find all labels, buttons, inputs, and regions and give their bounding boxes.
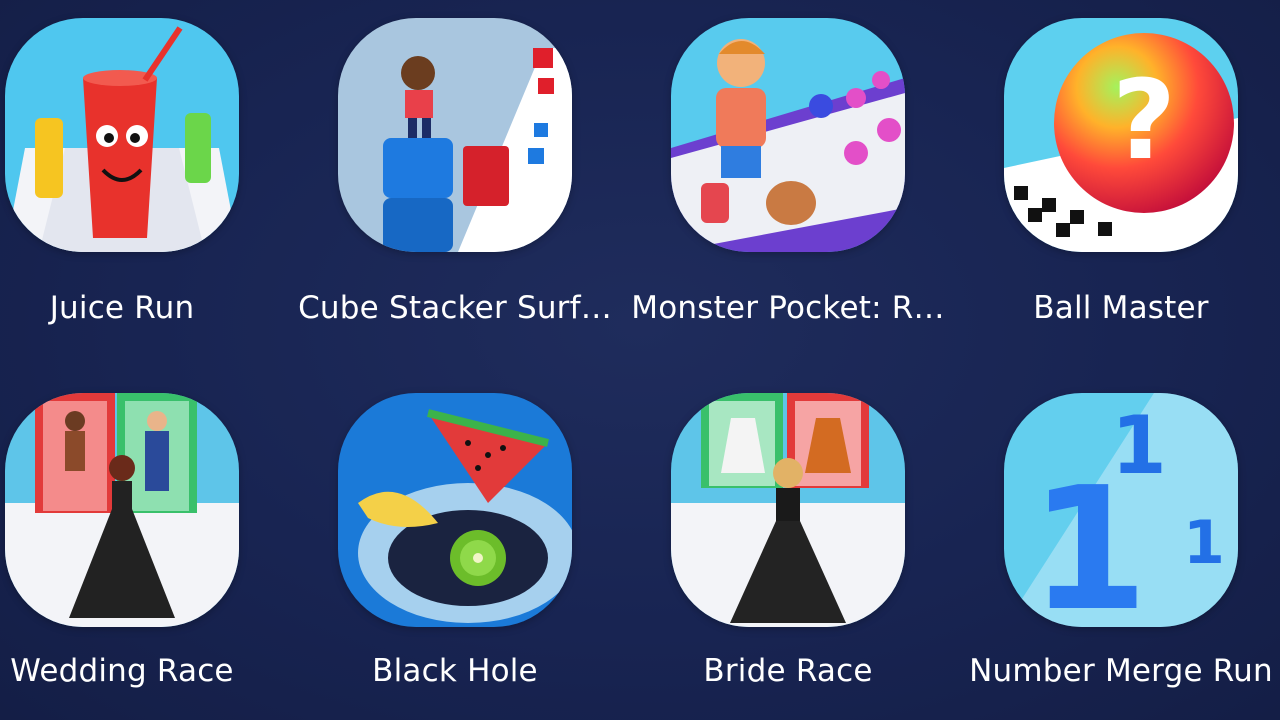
app-number-merge-run[interactable]: 1 1 1 Number Merge Run (954, 393, 1280, 689)
app-label: Number Merge Run (969, 653, 1273, 689)
app-label: Cube Stacker Surf… (298, 290, 612, 326)
app-label: Wedding Race (10, 653, 234, 689)
app-black-hole[interactable]: Black Hole (288, 393, 622, 689)
svg-text:1: 1 (1030, 451, 1148, 627)
number-merge-icon[interactable]: 1 1 1 (1004, 393, 1238, 627)
svg-text:1: 1 (1183, 508, 1225, 578)
app-label: Juice Run (49, 290, 195, 326)
black-hole-fruit-icon[interactable] (338, 393, 572, 627)
app-label: Monster Pocket: R… (631, 290, 945, 326)
cube-stack-icon[interactable] (338, 18, 572, 252)
juice-glass-icon[interactable] (5, 18, 239, 252)
app-monster-pocket[interactable]: Monster Pocket: R… (621, 18, 955, 326)
rainbow-ball-icon[interactable]: ? (1004, 18, 1238, 252)
app-grid: Juice Run Cube Stacker Surf… Monster Poc… (0, 0, 1280, 720)
app-label: Bride Race (703, 653, 873, 689)
app-bride-race[interactable]: Bride Race (621, 393, 955, 689)
app-cube-stacker-surf[interactable]: Cube Stacker Surf… (288, 18, 622, 326)
wedding-bride-icon[interactable] (5, 393, 239, 627)
app-juice-run[interactable]: Juice Run (0, 18, 289, 326)
app-label: Black Hole (372, 653, 538, 689)
bride-dress-icon[interactable] (671, 393, 905, 627)
app-ball-master[interactable]: ? Ball Master (954, 18, 1280, 326)
svg-text:?: ? (1112, 56, 1176, 184)
app-wedding-race[interactable]: Wedding Race (0, 393, 289, 689)
monster-runner-icon[interactable] (671, 18, 905, 252)
app-label: Ball Master (1033, 290, 1209, 326)
